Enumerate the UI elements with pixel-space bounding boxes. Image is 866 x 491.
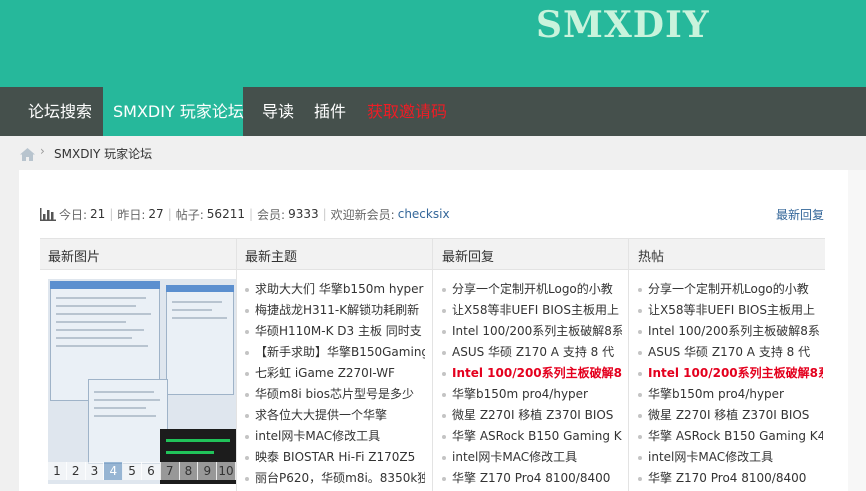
hot-post-link[interactable]: 分享一个定制开机Logo的小教: [638, 279, 823, 300]
pager-item[interactable]: 10: [217, 462, 236, 480]
stat-today-value: 21: [90, 207, 106, 221]
bar-chart-icon: [40, 207, 56, 221]
column-title-topics: 最新主题: [245, 250, 298, 265]
stat-members-label: 会员:: [257, 207, 286, 222]
stat-divider: |: [322, 207, 327, 221]
column-title-images: 最新图片: [48, 250, 101, 265]
pager-item[interactable]: 5: [123, 462, 142, 480]
stat-divider: |: [167, 207, 172, 221]
pager-item-active[interactable]: 4: [104, 462, 124, 480]
pager-item[interactable]: 3: [85, 462, 105, 480]
stat-today-label: 今日:: [59, 207, 88, 222]
topic-link[interactable]: 求各位大大提供一个华擎: [245, 405, 425, 426]
stat-members-value: 9333: [288, 207, 319, 221]
stat-divider: |: [248, 207, 254, 221]
breadcrumb-current[interactable]: SMXDIY 玩家论坛: [54, 145, 152, 162]
forum-stats: 今日: 21 | 昨日: 27 | 帖子: 56211 | 会员: 9333 |…: [40, 206, 450, 222]
hot-post-link[interactable]: ASUS 华硕 Z170 A 支持 8 代: [638, 342, 823, 363]
reply-link[interactable]: 微星 Z270I 移植 Z370I BIOS: [442, 405, 622, 426]
pager-item[interactable]: 8: [179, 462, 199, 480]
hot-post-link[interactable]: intel网卡MAC修改工具: [638, 447, 823, 468]
column-divider: [236, 238, 237, 491]
reply-link[interactable]: Intel 100/200系列主板破解8系: [442, 321, 622, 342]
latest-reply-link[interactable]: 最新回复: [776, 206, 824, 223]
slideshow-pager: 1 2 3 4 5 6 7 8 9 10: [48, 462, 236, 480]
home-icon[interactable]: [20, 148, 35, 161]
window-titlebar: [50, 281, 160, 289]
topic-link[interactable]: 七彩虹 iGame Z270I-WF: [245, 363, 425, 384]
site-header: SMXDIY: [0, 0, 866, 87]
image-slideshow[interactable]: [48, 279, 236, 484]
nav-item-plugins[interactable]: 插件: [302, 87, 358, 136]
pager-item[interactable]: 1: [48, 462, 67, 480]
reply-link[interactable]: intel网卡MAC修改工具: [442, 447, 622, 468]
reply-link[interactable]: 让X58等非UEFI BIOS主板用上: [442, 300, 622, 321]
hot-post-link-highlighted[interactable]: Intel 100/200系列主板破解8系: [638, 363, 823, 384]
hot-posts-list: 分享一个定制开机Logo的小教 让X58等非UEFI BIOS主板用上 Inte…: [638, 279, 823, 489]
scroll-area: [848, 170, 866, 491]
new-member-link[interactable]: checksix: [398, 207, 450, 221]
stat-welcome-label: 欢迎新会员:: [330, 207, 395, 222]
column-divider: [628, 238, 629, 491]
topic-link[interactable]: 华硕m8i bios芯片型号是多少: [245, 384, 425, 405]
reply-link[interactable]: 华擎b150m pro4/hyper: [442, 384, 622, 405]
hot-post-link[interactable]: 华擎 ASRock B150 Gaming K4: [638, 426, 823, 447]
stat-posts-label: 帖子:: [175, 207, 204, 222]
hot-post-link[interactable]: 让X58等非UEFI BIOS主板用上: [638, 300, 823, 321]
hot-post-link[interactable]: 华擎 Z170 Pro4 8100/8400: [638, 468, 823, 489]
hot-post-link[interactable]: 微星 Z270I 移植 Z370I BIOS: [638, 405, 823, 426]
stat-divider: |: [109, 207, 114, 221]
column-divider: [432, 238, 433, 491]
hot-post-link[interactable]: Intel 100/200系列主板破解8系: [638, 321, 823, 342]
breadcrumb-separator: ›: [40, 144, 45, 158]
nav-item-invite-code[interactable]: 获取邀请码: [355, 87, 459, 136]
pager-item[interactable]: 9: [198, 462, 218, 480]
column-title-hot: 热帖: [638, 250, 665, 265]
topic-link[interactable]: 求助大大们 华擎b150m hyper: [245, 279, 425, 300]
column-title-replies: 最新回复: [442, 250, 495, 265]
topic-link[interactable]: 丽台P620，华硕m8i。8350k独: [245, 468, 425, 489]
reply-link[interactable]: 分享一个定制开机Logo的小教: [442, 279, 622, 300]
topic-link[interactable]: 映泰 BIOSTAR Hi-Fi Z170Z5: [245, 447, 425, 468]
stat-posts-value: 56211: [206, 207, 245, 221]
nav-item-guide[interactable]: 导读: [250, 87, 306, 136]
stat-yesterday-value: 27: [148, 207, 164, 221]
reply-link[interactable]: ASUS 华硕 Z170 A 支持 8 代: [442, 342, 622, 363]
site-logo[interactable]: SMXDIY: [536, 4, 710, 46]
topic-link[interactable]: 华硕H110M-K D3 主板 同时支: [245, 321, 425, 342]
pager-item[interactable]: 2: [66, 462, 86, 480]
topic-link[interactable]: 梅捷战龙H311-K解锁功耗刷新: [245, 300, 425, 321]
latest-replies-list: 分享一个定制开机Logo的小教 让X58等非UEFI BIOS主板用上 Inte…: [442, 279, 622, 489]
nav-item-search[interactable]: 论坛搜索: [14, 87, 106, 136]
pager-item[interactable]: 6: [141, 462, 161, 480]
hot-post-link[interactable]: 华擎b150m pro4/hyper: [638, 384, 823, 405]
topic-link[interactable]: 【新手求助】华擎B150Gaming: [245, 342, 425, 363]
main-nav: 论坛搜索 SMXDIY 玩家论坛 导读 插件 获取邀请码: [0, 87, 866, 136]
reply-link[interactable]: 华擎 Z170 Pro4 8100/8400: [442, 468, 622, 489]
stat-yesterday-label: 昨日:: [117, 207, 146, 222]
reply-link-highlighted[interactable]: Intel 100/200系列主板破解8系: [442, 363, 622, 384]
pager-item[interactable]: 7: [160, 462, 180, 480]
nav-item-forum[interactable]: SMXDIY 玩家论坛: [103, 87, 244, 136]
reply-link[interactable]: 华擎 ASRock B150 Gaming K4: [442, 426, 622, 447]
topic-link[interactable]: intel网卡MAC修改工具: [245, 426, 425, 447]
latest-topics-list: 求助大大们 华擎b150m hyper 梅捷战龙H311-K解锁功耗刷新 华硕H…: [245, 279, 425, 489]
